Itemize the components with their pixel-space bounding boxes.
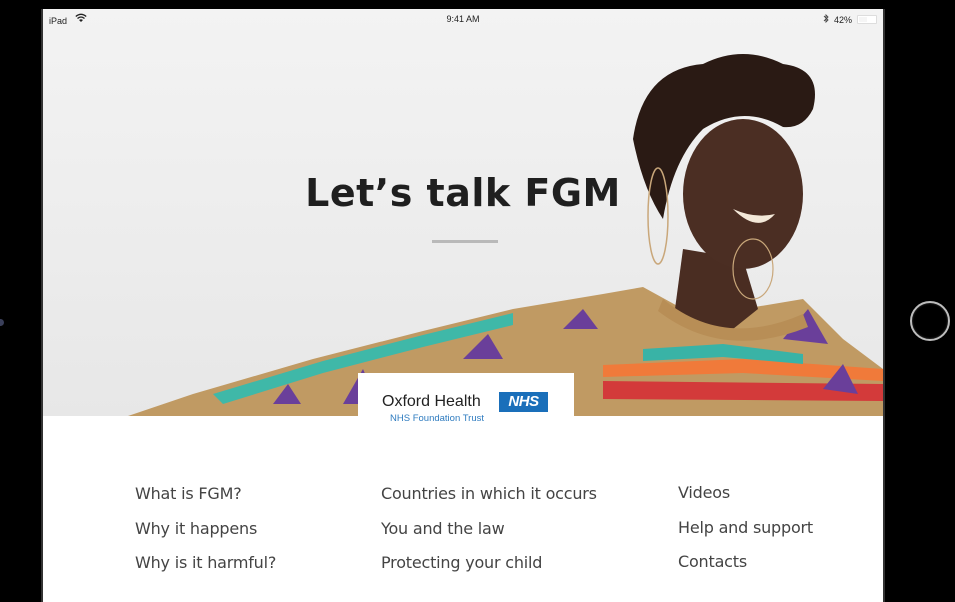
menu-item-what-is-fgm[interactable]: What is FGM? <box>135 484 276 519</box>
menu-item-you-and-the-law[interactable]: You and the law <box>381 519 597 554</box>
logo-organization-name: Oxford Health <box>382 393 481 410</box>
hero-title: Let’s talk FGM <box>305 171 621 215</box>
status-time: 9:41 AM <box>446 14 480 24</box>
bezel-right-edge <box>883 9 885 602</box>
menu-item-why-it-happens[interactable]: Why it happens <box>135 519 276 554</box>
menu-item-videos[interactable]: Videos <box>678 483 813 518</box>
front-camera <box>0 319 4 326</box>
menu-item-contacts[interactable]: Contacts <box>678 552 813 587</box>
battery-percent: 42% <box>833 14 852 25</box>
logo-subtitle: NHS Foundation Trust <box>390 413 484 424</box>
menu-item-why-harmful[interactable]: Why is it harmful? <box>135 553 276 588</box>
app-screen: Let’s talk FGM iPad 9:41 AM 42% Oxford H… <box>43 9 883 602</box>
home-button[interactable] <box>910 301 950 341</box>
bluetooth-icon <box>823 13 829 25</box>
battery-icon <box>857 15 877 24</box>
title-divider <box>432 240 498 243</box>
topics-menu: What is FGM? Why it happens Why is it ha… <box>43 416 883 602</box>
menu-column-3: Videos Help and support Contacts <box>678 483 813 587</box>
menu-item-countries[interactable]: Countries in which it occurs <box>381 484 597 519</box>
hero-banner: Let’s talk FGM <box>43 9 883 416</box>
menu-column-2: Countries in which it occurs You and the… <box>381 484 597 588</box>
status-bar: iPad 9:41 AM 42% <box>43 9 883 29</box>
menu-item-help-and-support[interactable]: Help and support <box>678 518 813 553</box>
oxford-health-logo: Oxford Health NHS NHS Foundation Trust <box>358 373 574 425</box>
menu-item-protecting-your-child[interactable]: Protecting your child <box>381 553 597 588</box>
nhs-badge: NHS <box>499 392 548 412</box>
menu-column-1: What is FGM? Why it happens Why is it ha… <box>135 484 276 588</box>
